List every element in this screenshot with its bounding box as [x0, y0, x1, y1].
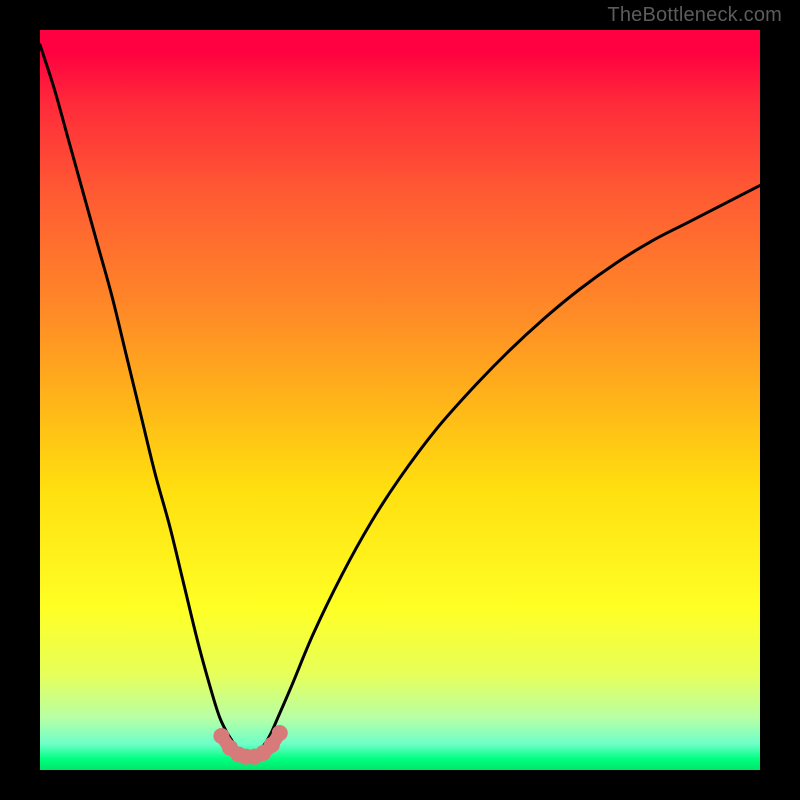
curve-path — [40, 45, 760, 757]
watermark-text: TheBottleneck.com — [607, 4, 782, 27]
plot-area — [40, 30, 760, 770]
chart-frame: TheBottleneck.com — [0, 0, 800, 800]
curve-layer — [40, 30, 760, 770]
minimum-marker — [213, 725, 287, 765]
bottleneck-curve — [40, 45, 760, 757]
marker-bead — [272, 725, 288, 741]
